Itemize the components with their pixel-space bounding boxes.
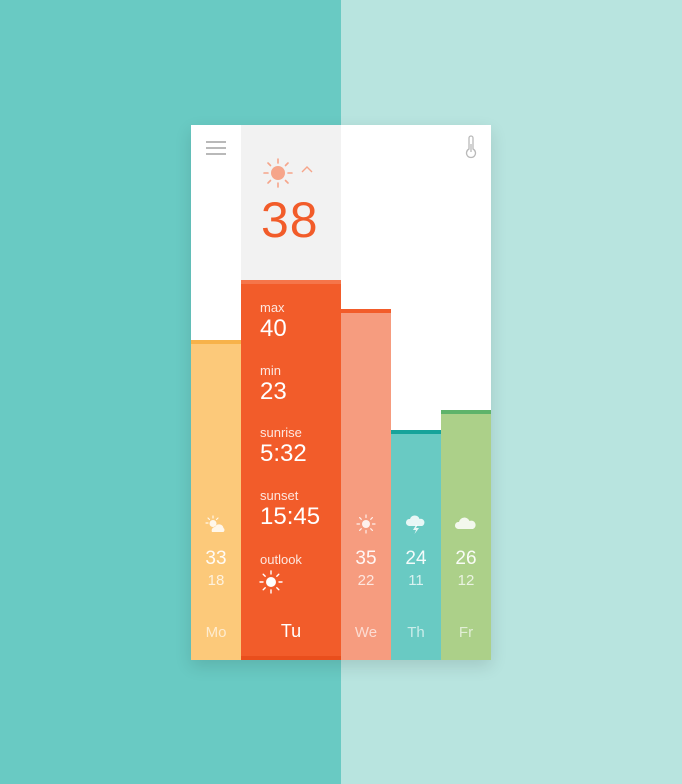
outlook-label: outlook xyxy=(260,552,302,567)
menu-icon[interactable] xyxy=(206,141,226,155)
day-label: Th xyxy=(407,624,425,641)
min-value: 23 xyxy=(260,378,287,405)
cloud-icon xyxy=(454,517,476,529)
high-temp: 33 xyxy=(205,548,227,569)
column-top-line xyxy=(241,280,341,284)
sun-icon xyxy=(259,570,283,594)
partly-cloudy-icon xyxy=(205,515,225,532)
min-label: min xyxy=(260,363,281,378)
max-value: 40 xyxy=(260,315,287,342)
thermometer-icon[interactable] xyxy=(464,135,478,159)
day-column-fr[interactable]: 26 12 Fr xyxy=(441,410,491,660)
day-label: Tu xyxy=(280,621,302,641)
sunrise-label: sunrise xyxy=(260,425,302,440)
column-top-line xyxy=(191,340,241,344)
column-top-line xyxy=(391,430,441,434)
column-top-line xyxy=(441,410,491,414)
sun-icon xyxy=(356,514,376,534)
high-temp: 35 xyxy=(355,548,377,569)
day-column-th[interactable]: 24 11 Th xyxy=(391,430,441,660)
column-top-line xyxy=(341,309,391,313)
high-temp: 26 xyxy=(455,548,477,569)
day-label: Fr xyxy=(458,624,474,641)
sunset-label: sunset xyxy=(260,488,299,503)
sunrise-value: 5:32 xyxy=(260,440,307,467)
sunset-value: 15:45 xyxy=(260,503,321,530)
day-column-tu[interactable]: max 40 min 23 sunrise 5:32 sunset 15:45 … xyxy=(241,280,341,660)
weather-card: 38 33 18 Mo max 40 min 23 sunrise 5:32 s… xyxy=(191,125,491,660)
low-temp: 12 xyxy=(457,572,475,589)
low-temp: 11 xyxy=(408,572,424,589)
storm-icon xyxy=(405,515,425,534)
max-label: max xyxy=(260,300,285,315)
day-column-we[interactable]: 35 22 We xyxy=(341,309,391,660)
sun-icon xyxy=(263,158,293,188)
day-label: We xyxy=(354,624,378,641)
day-column-mo[interactable]: 33 18 Mo xyxy=(191,340,241,660)
low-temp: 22 xyxy=(357,572,375,589)
column-bottom-line xyxy=(241,656,341,660)
high-temp: 24 xyxy=(405,548,427,569)
current-temperature: 38 xyxy=(261,192,319,248)
low-temp: 18 xyxy=(207,572,225,589)
chevron-up-icon[interactable] xyxy=(301,165,313,173)
day-label: Mo xyxy=(205,624,227,641)
